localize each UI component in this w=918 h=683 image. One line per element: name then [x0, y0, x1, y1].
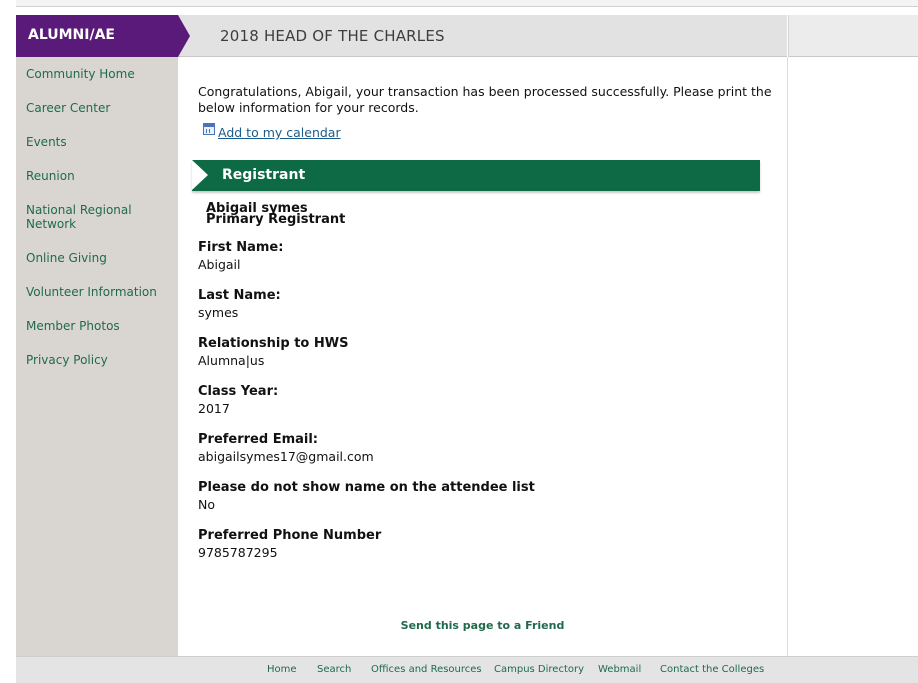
section-chevron — [192, 160, 208, 190]
footer-link-campus-directory[interactable]: Campus Directory — [494, 664, 584, 675]
footer-link-webmail[interactable]: Webmail — [598, 664, 641, 675]
hide-name-value: No — [198, 497, 215, 512]
footer-link-search[interactable]: Search — [317, 664, 351, 675]
first-name-label: First Name: — [198, 240, 284, 255]
relationship-label: Relationship to HWS — [198, 336, 349, 351]
registrant-section-header: Registrant — [192, 160, 760, 191]
send-to-friend-link[interactable]: Send this page to a Friend — [178, 619, 787, 632]
class-year-label: Class Year: — [198, 384, 279, 399]
sidebar-item-online-giving[interactable]: Online Giving — [26, 251, 171, 265]
preferred-phone-label: Preferred Phone Number — [198, 528, 382, 543]
preferred-phone-value: 9785787295 — [198, 545, 278, 560]
sidebar-header: ALUMNI/AE — [16, 15, 178, 57]
sidebar-item-events[interactable]: Events — [26, 135, 171, 149]
class-year-value: 2017 — [198, 401, 230, 416]
top-border — [16, 0, 918, 7]
last-name-label: Last Name: — [198, 288, 281, 303]
sidebar: ALUMNI/AE Community Home Career Center E… — [16, 15, 178, 656]
add-to-calendar-label: Add to my calendar — [218, 125, 341, 140]
preferred-email-label: Preferred Email: — [198, 432, 319, 447]
calendar-icon — [203, 122, 215, 135]
main-content: Congratulations, Abigail, your transacti… — [178, 57, 787, 656]
page-title: 2018 HEAD OF THE CHARLES — [220, 27, 445, 45]
add-to-calendar-link[interactable]: Add to my calendar — [203, 122, 341, 140]
footer: Home Search Offices and Resources Campus… — [16, 656, 918, 683]
sidebar-item-community-home[interactable]: Community Home — [26, 67, 171, 81]
right-column-divider — [787, 57, 788, 656]
footer-link-home[interactable]: Home — [267, 664, 297, 675]
footer-link-offices-resources[interactable]: Offices and Resources — [371, 664, 482, 675]
sidebar-item-privacy-policy[interactable]: Privacy Policy — [26, 353, 171, 367]
first-name-value: Abigail — [198, 257, 241, 272]
sidebar-item-reunion[interactable]: Reunion — [26, 169, 171, 183]
hide-name-label: Please do not show name on the attendee … — [198, 480, 535, 495]
title-notch — [178, 15, 190, 57]
registrant-role: Primary Registrant — [206, 212, 346, 227]
preferred-email-value: abigailsymes17@gmail.com — [198, 449, 374, 464]
last-name-value: symes — [198, 305, 239, 320]
sidebar-item-volunteer-information[interactable]: Volunteer Information — [26, 285, 171, 299]
relationship-value: Alumna|us — [198, 353, 265, 368]
right-column-header — [788, 15, 918, 57]
sidebar-item-member-photos[interactable]: Member Photos — [26, 319, 171, 333]
section-title: Registrant — [222, 167, 306, 183]
sidebar-item-national-regional-network[interactable]: National Regional Network — [26, 203, 171, 231]
sidebar-item-career-center[interactable]: Career Center — [26, 101, 171, 115]
footer-link-contact-colleges[interactable]: Contact the Colleges — [660, 664, 764, 675]
title-bar: 2018 HEAD OF THE CHARLES — [178, 15, 787, 57]
confirmation-message: Congratulations, Abigail, your transacti… — [198, 84, 772, 115]
